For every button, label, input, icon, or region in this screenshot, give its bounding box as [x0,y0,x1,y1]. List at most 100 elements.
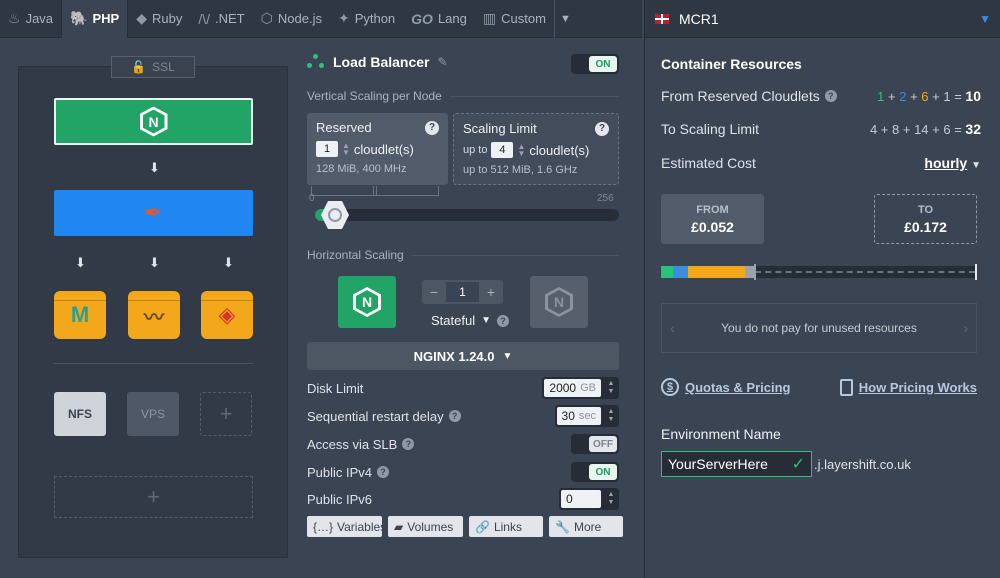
tab-php[interactable]: 🐘 PHP [61,0,129,38]
redis-node[interactable]: ◈ [201,291,253,339]
tab-ruby[interactable]: ◆ Ruby [128,0,190,38]
stepper-arrows-icon[interactable]: ▲ ▼ [603,408,619,424]
arrow-down-icon: ⬇ [75,255,86,270]
reserved-cloudlets-input[interactable]: 1 [316,141,338,157]
python-icon: ✦ [337,10,350,26]
chevron-left-icon[interactable]: ‹ [670,320,675,336]
node-count-stepper: − 1 + [422,280,503,304]
slb-row: Access via SLB? OFF [307,433,619,455]
help-icon[interactable]: ? [497,314,509,327]
load-balancer-toggle[interactable]: ON [571,54,619,74]
slb-toggle[interactable]: OFF [571,434,619,454]
load-balancer-node[interactable]: N [54,98,264,145]
tab-go[interactable]: GO Lang [403,0,475,38]
vertical-scaling-label: Vertical Scaling per Node [307,89,619,103]
braces-icon: {…} [313,519,334,534]
custom-icon: ▥ [482,10,497,26]
tab-java[interactable]: ♨ Java [0,0,61,38]
help-icon[interactable]: ? [595,121,609,136]
php-node[interactable]: ✒ [54,190,253,236]
environment-name-row: YourServerHere ✓ .j.layershift.co.uk [661,451,911,477]
chevron-down-icon: ▼ [971,160,981,171]
tab-custom[interactable]: ▥ Custom [475,0,554,38]
help-icon[interactable]: ? [377,466,390,478]
wrench-icon: 🔧 [555,519,570,534]
region-selector[interactable]: MCR1 ▼ [645,0,1000,38]
ssl-toggle[interactable]: 🔓 SSL [111,56,195,78]
chevron-right-icon[interactable]: › [963,320,968,336]
document-icon [839,378,853,396]
arrow-down-icon: ⬇ [223,255,234,270]
help-icon[interactable]: ? [425,120,439,135]
estimated-cost-row: Estimated Cost hourly ▼ [661,155,981,171]
variables-button[interactable]: {…} Variables [307,516,386,537]
seal-icon: 〰 [144,306,164,329]
more-button[interactable]: 🔧 More [549,516,623,537]
redis-icon: ◈ [218,302,236,327]
volumes-button[interactable]: ▰ Volumes [388,516,463,537]
arrow-down-icon: ⬇ [149,160,160,175]
cost-segment [688,266,745,278]
tab-dotnet[interactable]: /\/.NET [190,0,252,38]
arrow-down-icon: ⬇ [149,255,160,270]
resources-title: Container Resources [661,56,802,72]
node-title: Load Balancer ✎ [307,54,448,70]
stepper-arrows-icon[interactable]: ▲ ▼ [603,491,619,507]
reserved-sum: 1 + 2 + 6 + 1 = 10 [877,88,981,104]
scaling-limit-input[interactable]: 4 [491,142,514,158]
disk-limit-input[interactable]: 2000 GB ▲ ▼ [542,377,619,399]
stepper-arrows-icon[interactable]: ▲ ▼ [342,142,350,157]
cloudlet-slider-handle[interactable] [321,201,349,229]
ipv4-toggle[interactable]: ON [571,462,619,482]
add-layer-button[interactable]: + [54,476,253,518]
cost-bar-end [975,264,977,280]
tab-python[interactable]: ✦ Python [330,0,403,38]
mysql-node[interactable]: M [54,291,106,339]
topology-divider [54,363,253,364]
cloudlet-slider-track[interactable] [315,209,619,221]
quotas-pricing-link[interactable]: $ Quotas & Pricing [661,378,790,396]
cost-bar-dashed [755,271,975,273]
nginx-node-instance[interactable]: N [338,276,396,328]
cost-segment [661,266,673,278]
increment-button[interactable]: + [479,280,503,304]
reserved-cloudlets-box: Reserved? 1 ▲ ▼ cloudlet(s) 128 MiB, 400 … [307,113,448,185]
uk-flag-icon [655,13,669,24]
slider-bracket [311,186,377,196]
mariadb-node[interactable]: 〰 [128,291,180,339]
tab-nodejs[interactable]: ⬡ Node.js [253,0,330,38]
environment-name-input[interactable]: YourServerHere ✓ [661,451,812,477]
java-icon: ♨ [8,10,21,26]
cost-segment [745,266,754,278]
ruby-icon: ◆ [136,10,147,26]
chevron-down-icon: ▼ [502,350,513,362]
pricing-tips-carousel: ‹ You do not pay for unused resources › [661,303,977,353]
how-pricing-works-link[interactable]: How Pricing Works [839,378,977,396]
nginx-icon: N [353,287,381,317]
nginx-icon: N [545,287,573,317]
environment-name-label: Environment Name [661,426,781,442]
pricing-links: $ Quotas & Pricing How Pricing Works [661,378,977,396]
add-node-button[interactable]: + [200,392,252,436]
tabs-more-dropdown[interactable]: ▼ [553,0,576,38]
link-icon: 🔗 [475,519,490,534]
help-icon[interactable]: ? [402,438,415,450]
scaling-mode-dropdown[interactable]: Stateful ▼ ? [431,313,509,328]
help-icon[interactable]: ? [448,410,461,422]
stepper-arrows-icon[interactable]: ▲ ▼ [517,143,525,158]
pencil-icon[interactable]: ✎ [437,55,447,69]
period-dropdown[interactable]: hourly ▼ [924,155,981,171]
node-count-value[interactable]: 1 [446,282,479,302]
feather-icon: ✒ [144,200,163,225]
links-button[interactable]: 🔗 Links [469,516,543,537]
stepper-arrows-icon[interactable]: ▲ ▼ [603,380,619,396]
chevron-down-icon: ▼ [481,315,491,326]
version-dropdown[interactable]: NGINX 1.24.0 ▼ [307,342,619,370]
help-icon[interactable]: ? [824,90,837,102]
decrement-button[interactable]: − [422,280,446,304]
nfs-node[interactable]: NFS [54,392,106,436]
nodejs-icon: ⬡ [260,10,273,26]
vps-node[interactable]: VPS [127,392,179,436]
ipv6-input[interactable]: 0 ▲ ▼ [559,488,619,510]
restart-delay-input[interactable]: 30 sec ▲ ▼ [554,405,619,427]
